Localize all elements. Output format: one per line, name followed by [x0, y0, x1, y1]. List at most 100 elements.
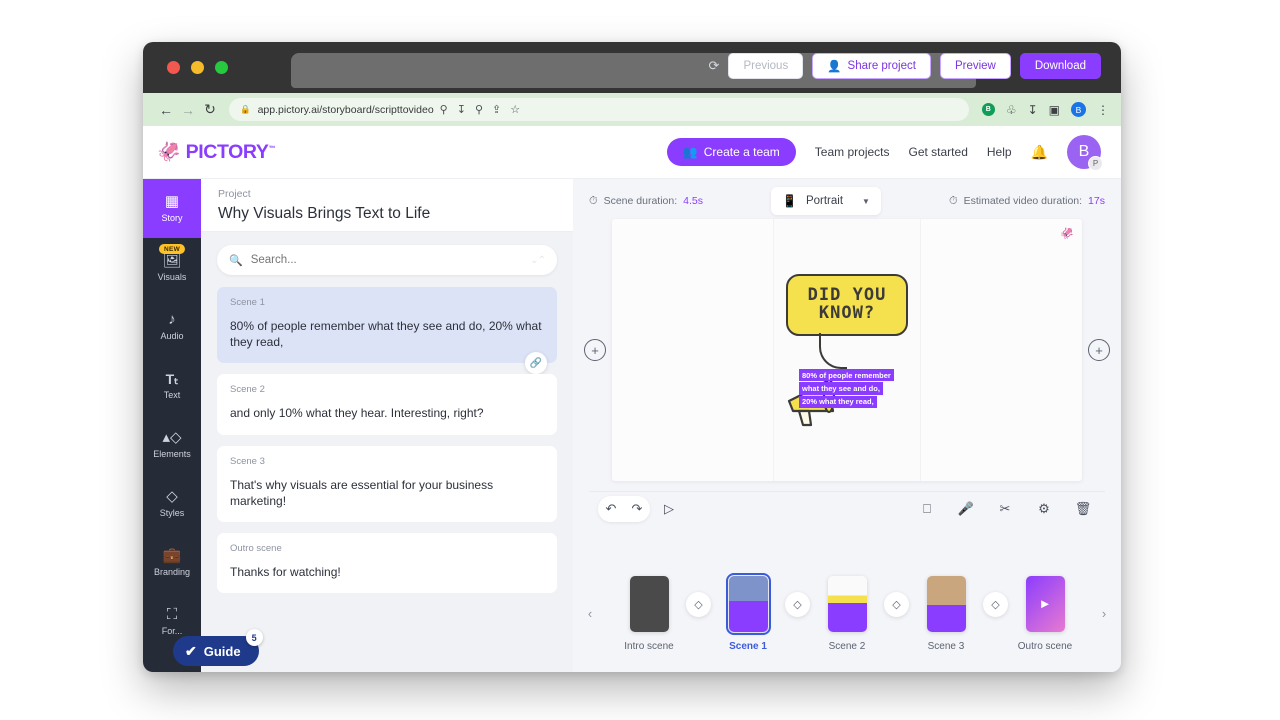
kebab-menu-icon[interactable]: ⋮: [1097, 103, 1109, 117]
sidebar-item-audio[interactable]: ♪ Audio: [143, 297, 201, 356]
download-button[interactable]: Download: [1019, 53, 1101, 79]
aspect-ratio-value: Portrait: [805, 195, 844, 207]
sidebar-item-label: Audio: [160, 331, 184, 341]
minimize-window-button[interactable]: [191, 61, 204, 74]
scene-card-outro[interactable]: Outro scene Thanks for watching!: [217, 532, 557, 594]
sidebar-item-label: Story: [161, 213, 183, 223]
captions-cc-icon[interactable]: ⎕: [914, 496, 940, 522]
bookmark-star-icon[interactable]: ☆: [510, 103, 520, 116]
share-project-button[interactable]: 👤 Share project: [812, 53, 931, 79]
timeline-label: Scene 2: [828, 640, 866, 652]
maximize-window-button[interactable]: [215, 61, 228, 74]
scissors-icon[interactable]: ✂: [992, 496, 1018, 522]
create-team-label: Create a team: [703, 145, 780, 159]
meta-row: ⏱ Scene duration: 4.5s 📱 Portrait ▼ ⏱ Es…: [573, 183, 1121, 219]
text-icon: Tₜ: [165, 370, 179, 387]
transition-layers-icon[interactable]: ◇: [884, 591, 909, 617]
timeline-item-scene-1[interactable]: Scene 1: [715, 572, 781, 652]
undo-icon[interactable]: ↶: [598, 496, 624, 522]
timeline-thumbnail[interactable]: [827, 575, 867, 632]
guide-button[interactable]: ✔ Guide 5: [173, 629, 263, 666]
left-rail: ▦ Story NEW 🖼 Visuals ♪ Audio Tₜ Text ▴◇…: [143, 179, 263, 672]
sidebar-item-label: For...: [161, 626, 183, 636]
clock-icon: ⏱: [948, 194, 958, 207]
scene-text[interactable]: 80% of people remember what they see and…: [230, 318, 544, 350]
install-icon[interactable]: ↧: [457, 103, 466, 116]
timeline-thumbnail[interactable]: [725, 572, 771, 635]
play-circle-icon[interactable]: ▷: [656, 496, 682, 522]
sidebar-item-story[interactable]: ▦ Story: [143, 179, 201, 238]
back-arrow-icon[interactable]: ←: [155, 99, 177, 121]
pictory-logo[interactable]: 🦑 PICTORY™: [157, 141, 275, 164]
video-canvas[interactable]: 🦑 DID YOU KNOW? 80% of people remember w…: [612, 219, 1082, 481]
transition-layers-icon[interactable]: ◇: [686, 591, 711, 617]
sidepanel-icon[interactable]: ▣: [1049, 103, 1060, 117]
nav-help[interactable]: Help: [987, 145, 1012, 159]
close-window-button[interactable]: [167, 61, 180, 74]
scene-card-1[interactable]: Scene 1 80% of people remember what they…: [217, 287, 557, 375]
sidebar-item-elements[interactable]: ▴◇ Elements: [143, 415, 201, 474]
window-controls[interactable]: [167, 61, 228, 74]
page-title: Why Visuals Brings Text to Life: [218, 205, 431, 222]
layers-style-icon: ◇: [166, 488, 178, 505]
preview-button[interactable]: Preview: [939, 53, 1011, 79]
create-team-button[interactable]: 👥 Create a team: [666, 138, 796, 166]
people-icon: 👥: [682, 145, 698, 159]
transition-layers-icon[interactable]: ◇: [785, 591, 810, 617]
sidebar-item-text[interactable]: Tₜ Text: [143, 356, 201, 415]
timeline-item-scene-2[interactable]: Scene 2: [814, 575, 880, 652]
redo-icon[interactable]: ↷: [624, 496, 650, 522]
browser-window: ← → ↻ 🔒 app.pictory.ai/storyboard/script…: [143, 42, 1121, 672]
add-scene-right-button[interactable]: +: [1088, 339, 1110, 361]
trash-icon[interactable]: 🗑: [1070, 496, 1096, 522]
gear-icon[interactable]: ⚙: [1031, 496, 1057, 522]
chevron-left-icon[interactable]: ‹: [582, 606, 598, 621]
aspect-ratio-select[interactable]: 📱 Portrait ▼: [771, 187, 881, 215]
address-bar[interactable]: 🔒 app.pictory.ai/storyboard/scripttovide…: [229, 98, 969, 121]
scene-card-3[interactable]: Scene 3 That's why visuals are essential…: [217, 445, 557, 522]
scene-duration-label: Scene duration:: [603, 195, 678, 207]
scene-text[interactable]: That's why visuals are essential for you…: [230, 477, 544, 509]
add-scene-left-button[interactable]: +: [584, 339, 606, 361]
sidebar-item-styles[interactable]: ◇ Styles: [143, 474, 201, 533]
scene-card-2[interactable]: Scene 2 and only 10% what they hear. Int…: [217, 374, 557, 435]
share-icon[interactable]: ⇪: [492, 103, 501, 116]
nav-get-started[interactable]: Get started: [909, 145, 968, 159]
link-icon[interactable]: 🔗: [525, 352, 547, 375]
timeline-item-scene-3[interactable]: Scene 3: [913, 575, 979, 652]
download-icon[interactable]: ↧: [1028, 103, 1038, 117]
search-input[interactable]: [250, 254, 531, 266]
puzzle-icon[interactable]: ♧: [1006, 103, 1017, 117]
scene-duration-value: 4.5s: [683, 195, 704, 207]
browser-profile-avatar[interactable]: B: [1071, 102, 1086, 117]
chevron-right-icon[interactable]: ›: [1096, 606, 1112, 621]
scene-text[interactable]: Thanks for watching!: [230, 564, 544, 580]
key-icon[interactable]: ⚲: [440, 103, 448, 116]
chevron-updown-icon[interactable]: ⌄⌃: [530, 255, 546, 266]
reload-icon[interactable]: ↻: [199, 99, 221, 121]
forward-arrow-icon[interactable]: →: [177, 99, 199, 121]
transition-layers-icon[interactable]: ◇: [983, 591, 1008, 617]
timeline-thumbnail[interactable]: [926, 575, 966, 632]
sidebar-item-branding[interactable]: 💼 Branding: [143, 533, 201, 592]
trademark-mark: ™: [268, 145, 276, 152]
zoom-icon[interactable]: ⚲: [475, 103, 483, 116]
avatar[interactable]: B P: [1067, 135, 1103, 171]
timeline-item-intro[interactable]: 👁̶ Intro scene: [616, 575, 682, 652]
extension-green-icon[interactable]: B: [981, 103, 995, 116]
scene-label: Outro scene: [230, 542, 282, 554]
scene-caption-overlay[interactable]: 80% of people remember what they see and…: [799, 369, 894, 409]
timeline-thumbnail[interactable]: 👁̶: [629, 575, 669, 632]
speech-bubble[interactable]: DID YOU KNOW?: [786, 274, 908, 336]
previous-button[interactable]: Previous: [728, 53, 804, 79]
nav-team-projects[interactable]: Team projects: [815, 145, 890, 159]
sidebar-item-visuals[interactable]: NEW 🖼 Visuals: [143, 238, 201, 297]
timeline-thumbnail[interactable]: 👁 ►: [1025, 575, 1065, 632]
bubble-line-2: KNOW?: [818, 303, 876, 323]
check-circle-icon: ✔: [185, 642, 197, 659]
microphone-icon[interactable]: 🎤: [953, 496, 979, 522]
search-box[interactable]: 🔍 ⌄⌃: [217, 245, 557, 275]
timeline-item-outro[interactable]: 👁 ► Outro scene: [1012, 575, 1078, 652]
bell-icon[interactable]: 🔔: [1031, 144, 1048, 161]
scene-text[interactable]: and only 10% what they hear. Interesting…: [230, 405, 544, 421]
